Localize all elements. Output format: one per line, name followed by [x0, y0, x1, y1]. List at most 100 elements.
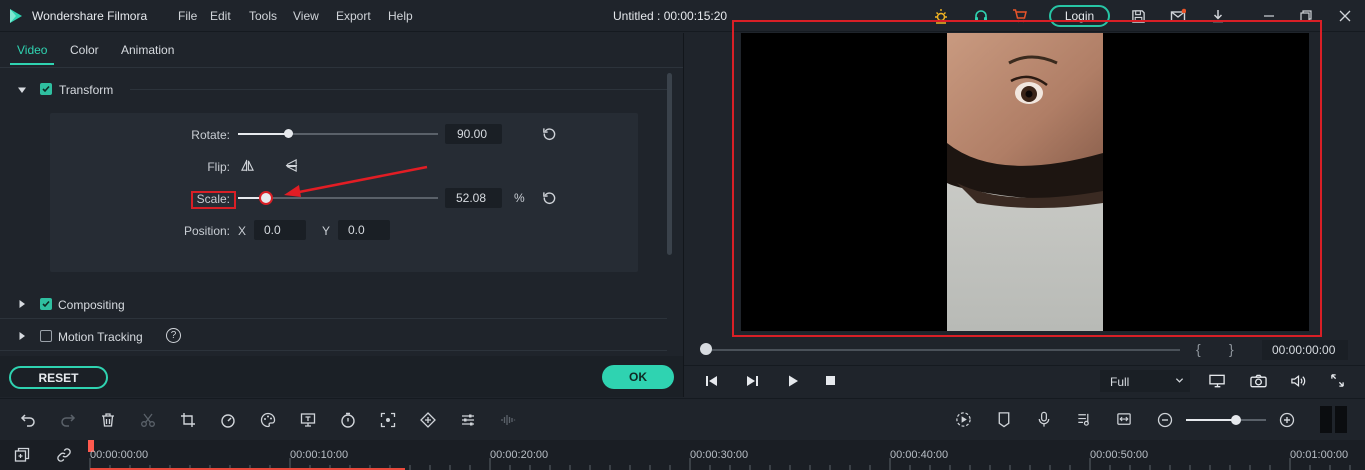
zoom-slider-handle[interactable] [1231, 415, 1241, 425]
previous-frame-icon[interactable] [705, 374, 719, 388]
redo-icon[interactable] [60, 412, 76, 428]
menu-edit[interactable]: Edit [210, 9, 231, 23]
keyframe-icon[interactable] [420, 412, 436, 428]
panel-scrollbar[interactable] [667, 73, 672, 255]
ruler-label: 00:00:30:00 [690, 449, 749, 461]
audio-waveform-icon[interactable] [500, 412, 516, 428]
ruler-label: 00:00:50:00 [1090, 449, 1149, 461]
adjust-sliders-icon[interactable] [460, 412, 476, 428]
play-icon[interactable] [786, 374, 800, 388]
tab-color[interactable]: Color [70, 43, 99, 57]
position-label: Position: [183, 224, 230, 238]
scale-input[interactable]: 52.08 [445, 188, 502, 208]
quality-select[interactable]: Full [1100, 370, 1190, 392]
scale-unit: % [514, 191, 525, 205]
duration-timer-icon[interactable] [340, 412, 356, 428]
undo-icon[interactable] [20, 412, 36, 428]
flip-label: Flip: [207, 160, 230, 174]
fullscreen-icon[interactable] [1330, 373, 1345, 388]
menu-tools[interactable]: Tools [249, 9, 277, 23]
color-palette-icon[interactable] [260, 412, 276, 428]
position-y-label: Y [322, 224, 331, 238]
scale-slider-handle[interactable] [259, 191, 273, 205]
position-y-input[interactable]: 0.0 [338, 220, 390, 240]
menu-file[interactable]: File [178, 9, 197, 23]
snapshot-camera-icon[interactable] [1250, 373, 1267, 389]
add-track-icon[interactable] [14, 447, 30, 463]
playhead-handle[interactable] [700, 343, 712, 355]
timeline-ruler[interactable]: 00:00:00:00 00:00:10:00 00:00:20:00 00:0… [0, 440, 1365, 470]
compositing-expand-icon[interactable] [17, 299, 27, 309]
display-settings-icon[interactable] [1209, 373, 1226, 389]
menu-export[interactable]: Export [336, 9, 371, 23]
compositing-bottom-divider [0, 318, 667, 319]
microphone-icon[interactable] [1036, 411, 1052, 428]
transform-label: Transform [59, 83, 114, 97]
rotate-slider-handle[interactable] [283, 129, 293, 138]
zoom-out-icon[interactable] [1157, 412, 1173, 428]
project-title: Untitled : 00:00:15:20 [613, 9, 728, 23]
track-toggle-right[interactable] [1335, 406, 1347, 433]
timeline-toolbar [0, 398, 1365, 440]
delete-icon[interactable] [100, 412, 116, 428]
render-preview-icon[interactable] [955, 411, 972, 428]
motion-tracking-label: Motion Tracking [58, 330, 143, 344]
preview-highlight-box [732, 20, 1322, 337]
link-icon[interactable] [56, 447, 72, 463]
ok-button[interactable]: OK [602, 365, 674, 389]
player-divider [684, 365, 1365, 366]
help-icon[interactable]: ? [166, 328, 181, 343]
next-frame-icon[interactable] [745, 374, 759, 388]
menu-view[interactable]: View [293, 9, 319, 23]
chevron-down-icon [1175, 376, 1184, 385]
menu-help[interactable]: Help [388, 9, 413, 23]
rotate-reset-icon[interactable] [542, 126, 557, 141]
audio-mixer-icon[interactable] [1076, 411, 1092, 428]
motion-tracking-expand-icon[interactable] [17, 331, 27, 341]
filmora-window: Wondershare Filmora File Edit Tools View… [0, 0, 1365, 470]
tab-video[interactable]: Video [17, 43, 47, 57]
ruler-label: 00:00:40:00 [890, 449, 949, 461]
rotate-label: Rotate: [191, 128, 230, 142]
speed-icon[interactable] [220, 412, 236, 428]
current-timecode: 00:00:00:00 [1262, 340, 1348, 360]
transform-divider [130, 89, 667, 90]
crop-icon[interactable] [180, 412, 196, 428]
mark-out-icon[interactable]: } [1229, 341, 1234, 357]
tab-animation[interactable]: Animation [121, 43, 174, 57]
ruler-label: 00:00:20:00 [490, 449, 549, 461]
split-scissors-icon[interactable] [140, 412, 156, 428]
stop-icon[interactable] [826, 376, 835, 385]
scale-reset-icon[interactable] [542, 190, 557, 205]
ruler-label: 00:00:10:00 [290, 449, 349, 461]
motion-tracking-divider [0, 350, 667, 351]
track-toggle-left[interactable] [1320, 406, 1332, 433]
app-name: Wondershare Filmora [32, 9, 148, 23]
scale-label: Scale: [196, 192, 230, 206]
ruler-label: 00:00:00:00 [90, 449, 149, 461]
volume-icon[interactable] [1290, 373, 1307, 389]
transform-expand-icon[interactable] [17, 85, 27, 95]
filmora-logo-icon [8, 8, 24, 24]
ruler-label: 00:01:00:00 [1290, 449, 1349, 461]
snap-fit-icon[interactable] [1116, 411, 1132, 428]
position-x-input[interactable]: 0.0 [254, 220, 306, 240]
properties-panel: Video Color Animation Transform Rotate: … [0, 33, 683, 397]
playback-progress-track[interactable] [706, 349, 1180, 351]
auto-reframe-icon[interactable] [380, 412, 396, 428]
position-x-label: X [238, 224, 247, 238]
motion-tracking-checkbox[interactable] [40, 330, 52, 342]
flip-horizontal-icon[interactable] [241, 159, 254, 172]
annotation-arrow-icon [280, 163, 430, 199]
zoom-in-icon[interactable] [1279, 412, 1295, 428]
mark-in-icon[interactable]: { [1196, 341, 1201, 357]
rotate-slider-fill [238, 133, 288, 135]
transform-checkbox[interactable] [40, 83, 52, 95]
close-icon[interactable] [1336, 7, 1354, 25]
marker-icon[interactable] [996, 411, 1012, 428]
compositing-checkbox[interactable] [40, 298, 52, 310]
green-screen-icon[interactable] [300, 412, 316, 428]
rotate-input[interactable]: 90.00 [445, 124, 502, 144]
quality-value: Full [1110, 375, 1130, 389]
reset-button[interactable]: RESET [9, 366, 108, 389]
